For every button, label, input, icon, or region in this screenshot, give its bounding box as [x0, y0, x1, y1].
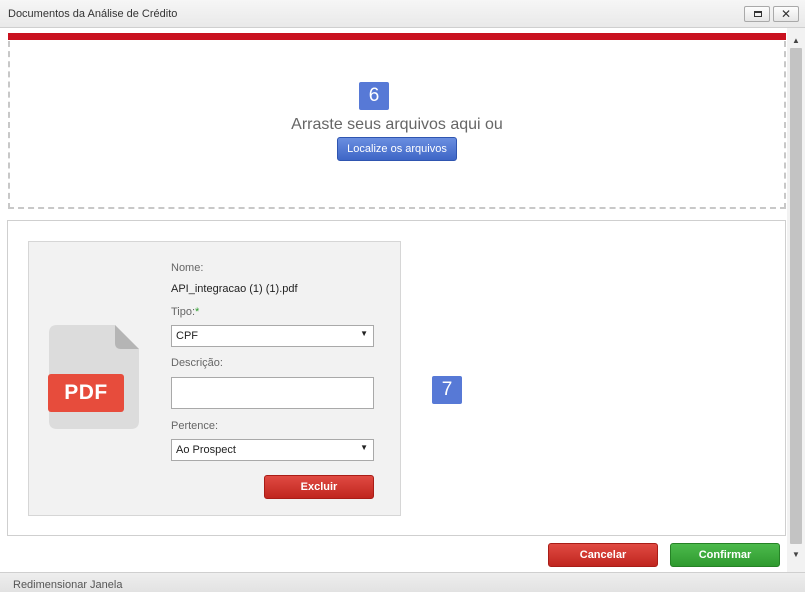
- chevron-down-icon: ▼: [360, 443, 368, 452]
- type-label: Tipo:*: [171, 306, 199, 318]
- pdf-label: PDF: [48, 374, 124, 412]
- resize-window-label[interactable]: Redimensionar Janela: [13, 579, 122, 591]
- delete-file-button[interactable]: Excluir: [264, 475, 374, 499]
- file-card: PDF Nome: API_integracao (1) (1).pdf Tip…: [28, 241, 401, 516]
- name-label: Nome:: [171, 262, 204, 274]
- file-name-value: API_integracao (1) (1).pdf: [171, 283, 298, 295]
- window-titlebar: Documentos da Análise de Crédito ✕: [0, 0, 805, 28]
- description-label: Descrição:: [171, 357, 223, 369]
- type-label-text: Tipo:: [171, 306, 196, 318]
- scrollbar-thumb[interactable]: [790, 48, 802, 544]
- chevron-down-icon: ▼: [360, 329, 368, 338]
- uploaded-files-panel: PDF Nome: API_integracao (1) (1).pdf Tip…: [7, 220, 786, 536]
- brand-bar: [8, 33, 786, 40]
- close-button[interactable]: ✕: [773, 6, 799, 22]
- type-select[interactable]: CPF ▼: [171, 325, 374, 347]
- required-marker: *: [195, 306, 200, 318]
- step-badge-6: 6: [359, 82, 389, 110]
- type-select-value: CPF: [176, 330, 198, 342]
- locate-files-button[interactable]: Localize os arquivos: [337, 137, 457, 161]
- close-icon: ✕: [780, 7, 792, 21]
- description-input[interactable]: [171, 377, 374, 409]
- belongs-label: Pertence:: [171, 420, 219, 432]
- scroll-down-icon[interactable]: ▼: [787, 548, 805, 562]
- belongs-select[interactable]: Ao Prospect ▼: [171, 439, 374, 461]
- confirm-button[interactable]: Confirmar: [670, 543, 780, 567]
- step-badge-7: 7: [432, 376, 462, 404]
- restore-icon: [754, 11, 762, 17]
- cancel-button[interactable]: Cancelar: [548, 543, 658, 567]
- vertical-scrollbar[interactable]: ▲ ▼: [787, 28, 805, 572]
- window-statusbar: Redimensionar Janela: [0, 572, 805, 592]
- window-title: Documentos da Análise de Crédito: [8, 8, 178, 20]
- dropzone-text: Arraste seus arquivos aqui ou: [291, 116, 503, 133]
- belongs-select-value: Ao Prospect: [176, 444, 236, 456]
- dialog-content: 6 Arraste seus arquivos aqui ou Localize…: [0, 28, 805, 572]
- file-dropzone[interactable]: 6 Arraste seus arquivos aqui ou Localize…: [8, 41, 786, 209]
- restore-button[interactable]: [744, 6, 770, 22]
- scroll-up-icon[interactable]: ▲: [787, 34, 805, 48]
